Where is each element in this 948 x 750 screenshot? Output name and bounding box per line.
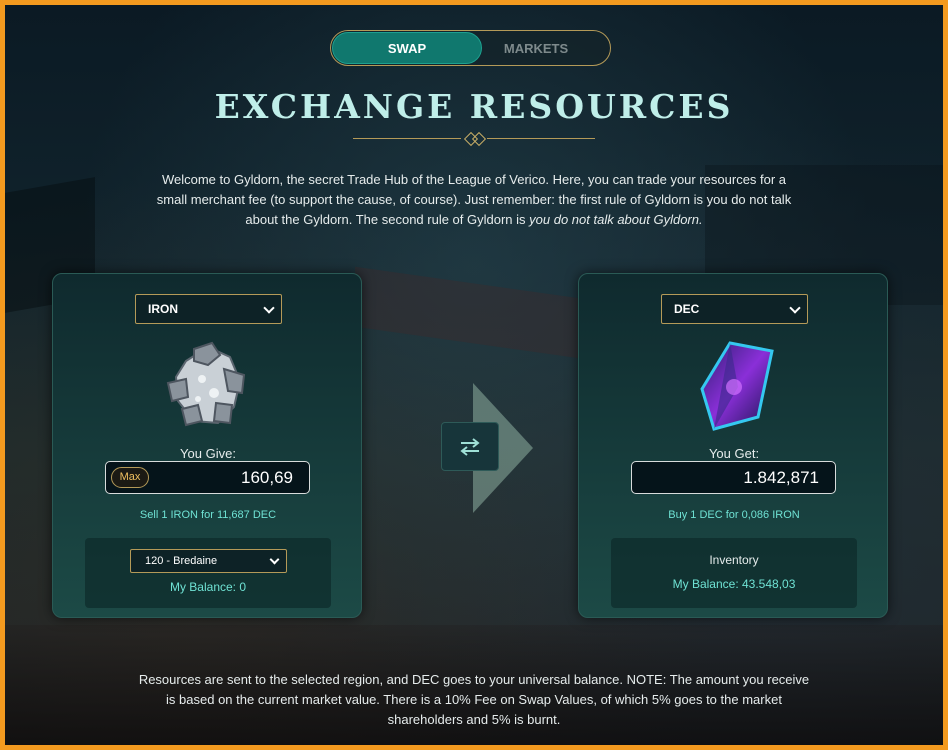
get-amount-value: 1.842,871	[743, 468, 819, 487]
give-balance: My Balance: 0	[169, 580, 247, 594]
give-resource-select[interactable]: IRON	[135, 294, 282, 324]
swap-arrows-icon	[460, 437, 480, 456]
get-balance: My Balance: 43.548,03	[672, 577, 796, 591]
max-button[interactable]: Max	[111, 467, 149, 488]
intro-emphasis: you do not talk about Gyldorn.	[529, 212, 703, 227]
divider-line-right	[487, 138, 595, 139]
iron-ore-icon	[158, 339, 258, 434]
you-get-label: You Get:	[708, 446, 760, 461]
get-panel: DEC You Get: 1.842,871 Buy 1 DEC for 0,0…	[578, 273, 888, 618]
inventory-label: Inventory	[709, 553, 759, 567]
page-title: EXCHANGE RESOURCES	[214, 87, 734, 126]
title-divider	[353, 131, 595, 147]
get-resource-select[interactable]: DEC	[661, 294, 808, 324]
inventory-box: Inventory My Balance: 43.548,03	[611, 538, 857, 608]
get-resource-value: DEC	[674, 302, 700, 316]
fee-note: Resources are sent to the selected regio…	[138, 672, 810, 727]
dec-crystal-icon	[684, 339, 784, 434]
view-toggle: MARKETS SWAP	[330, 30, 611, 66]
give-panel: IRON You Give: Max 160,69 Sell 1 IRON fo…	[52, 273, 362, 618]
get-amount-input[interactable]: 1.842,871	[631, 461, 836, 494]
region-select[interactable]: 120 - Bredaine	[130, 549, 287, 573]
give-amount-value: 160,69	[241, 468, 293, 487]
give-region-box: 120 - Bredaine My Balance: 0	[85, 538, 331, 608]
background-awning	[355, 266, 615, 364]
markets-tab[interactable]: MARKETS	[461, 32, 611, 64]
swap-tab[interactable]: SWAP	[332, 32, 482, 64]
give-resource-value: IRON	[148, 302, 178, 316]
region-value: 120 - Bredaine	[145, 555, 218, 567]
give-amount-input[interactable]: Max 160,69	[105, 461, 310, 494]
buy-rate: Buy 1 DEC for 0,086 IRON	[668, 509, 800, 521]
chevron-down-icon	[263, 302, 275, 314]
chevron-down-icon	[269, 554, 280, 565]
chevron-down-icon	[789, 302, 801, 314]
sell-rate: Sell 1 IRON for 11,687 DEC	[139, 509, 277, 521]
divider-line-left	[353, 138, 461, 139]
you-give-label: You Give:	[180, 446, 236, 461]
swap-direction-button[interactable]	[441, 422, 499, 471]
intro-text: Welcome to Gyldorn, the secret Trade Hub…	[145, 170, 803, 230]
exchange-page: MARKETS SWAP EXCHANGE RESOURCES Welcome …	[5, 5, 943, 745]
